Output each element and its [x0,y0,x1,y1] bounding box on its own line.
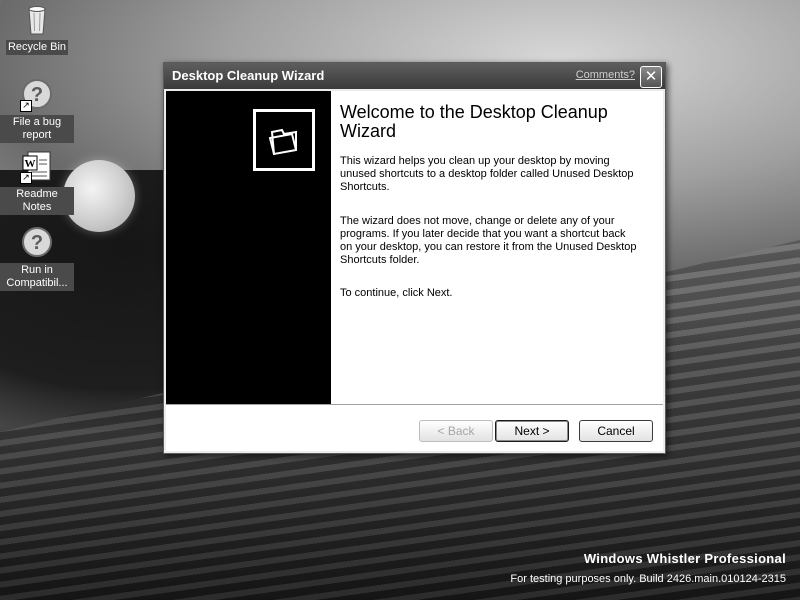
build-watermark-subtitle: For testing purposes only. Build 2426.ma… [510,573,786,585]
desktop-icon-label: File a bug report [0,115,74,143]
desktop-icon-readme-notes[interactable]: W ↗ Readme Notes [0,150,74,215]
wizard-button-bar: < Back Next > Cancel [166,404,663,451]
close-icon: ✕ [644,68,658,85]
close-button[interactable]: ✕ [640,66,662,88]
desktop-icon-recycle-bin[interactable]: Recycle Bin [0,3,74,55]
word-document-icon: W ↗ [20,150,54,184]
window-title: Desktop Cleanup Wizard [172,68,325,83]
help-icon: ? ↗ [20,78,54,112]
desktop-icon-file-bug-report[interactable]: ? ↗ File a bug report [0,78,74,143]
svg-text:?: ? [31,84,43,106]
wizard-paragraph: To continue, click Next. [340,287,453,299]
next-button[interactable]: Next > [495,420,569,442]
recycle-bin-icon [20,3,54,37]
wizard-paragraph: The wizard does not move, change or dele… [340,215,637,266]
comments-link[interactable]: Comments? [576,69,635,81]
cancel-button[interactable]: Cancel [579,420,653,442]
desktop-icon-label: Readme Notes [0,187,74,215]
wizard-heading: Welcome to the Desktop Cleanup Wizard [340,102,608,141]
shortcut-arrow-icon: ↗ [20,100,32,112]
wizard-paragraph: This wizard helps you clean up your desk… [340,155,634,193]
desktop-icon-label: Run in Compatibil... [0,263,74,291]
wizard-side-panel [166,91,331,404]
back-button[interactable]: < Back [419,420,493,442]
window-titlebar[interactable]: Desktop Cleanup Wizard Comments? ✕ [164,63,665,89]
desktop-icon-label: Recycle Bin [5,40,69,55]
shortcut-arrow-icon: ↗ [20,172,32,184]
svg-text:W: W [25,158,36,170]
wizard-content: Welcome to the Desktop Cleanup Wizard Th… [331,91,663,404]
build-watermark-title: Windows Whistler Professional [583,551,786,566]
desktop-cleanup-wizard-window: Desktop Cleanup Wizard Comments? ✕ Welco… [163,62,666,454]
help-icon: ? [20,226,54,260]
desktop-icon-run-in-compatibility[interactable]: ? Run in Compatibil... [0,226,74,291]
svg-text:?: ? [31,232,43,254]
folder-icon [253,109,315,171]
